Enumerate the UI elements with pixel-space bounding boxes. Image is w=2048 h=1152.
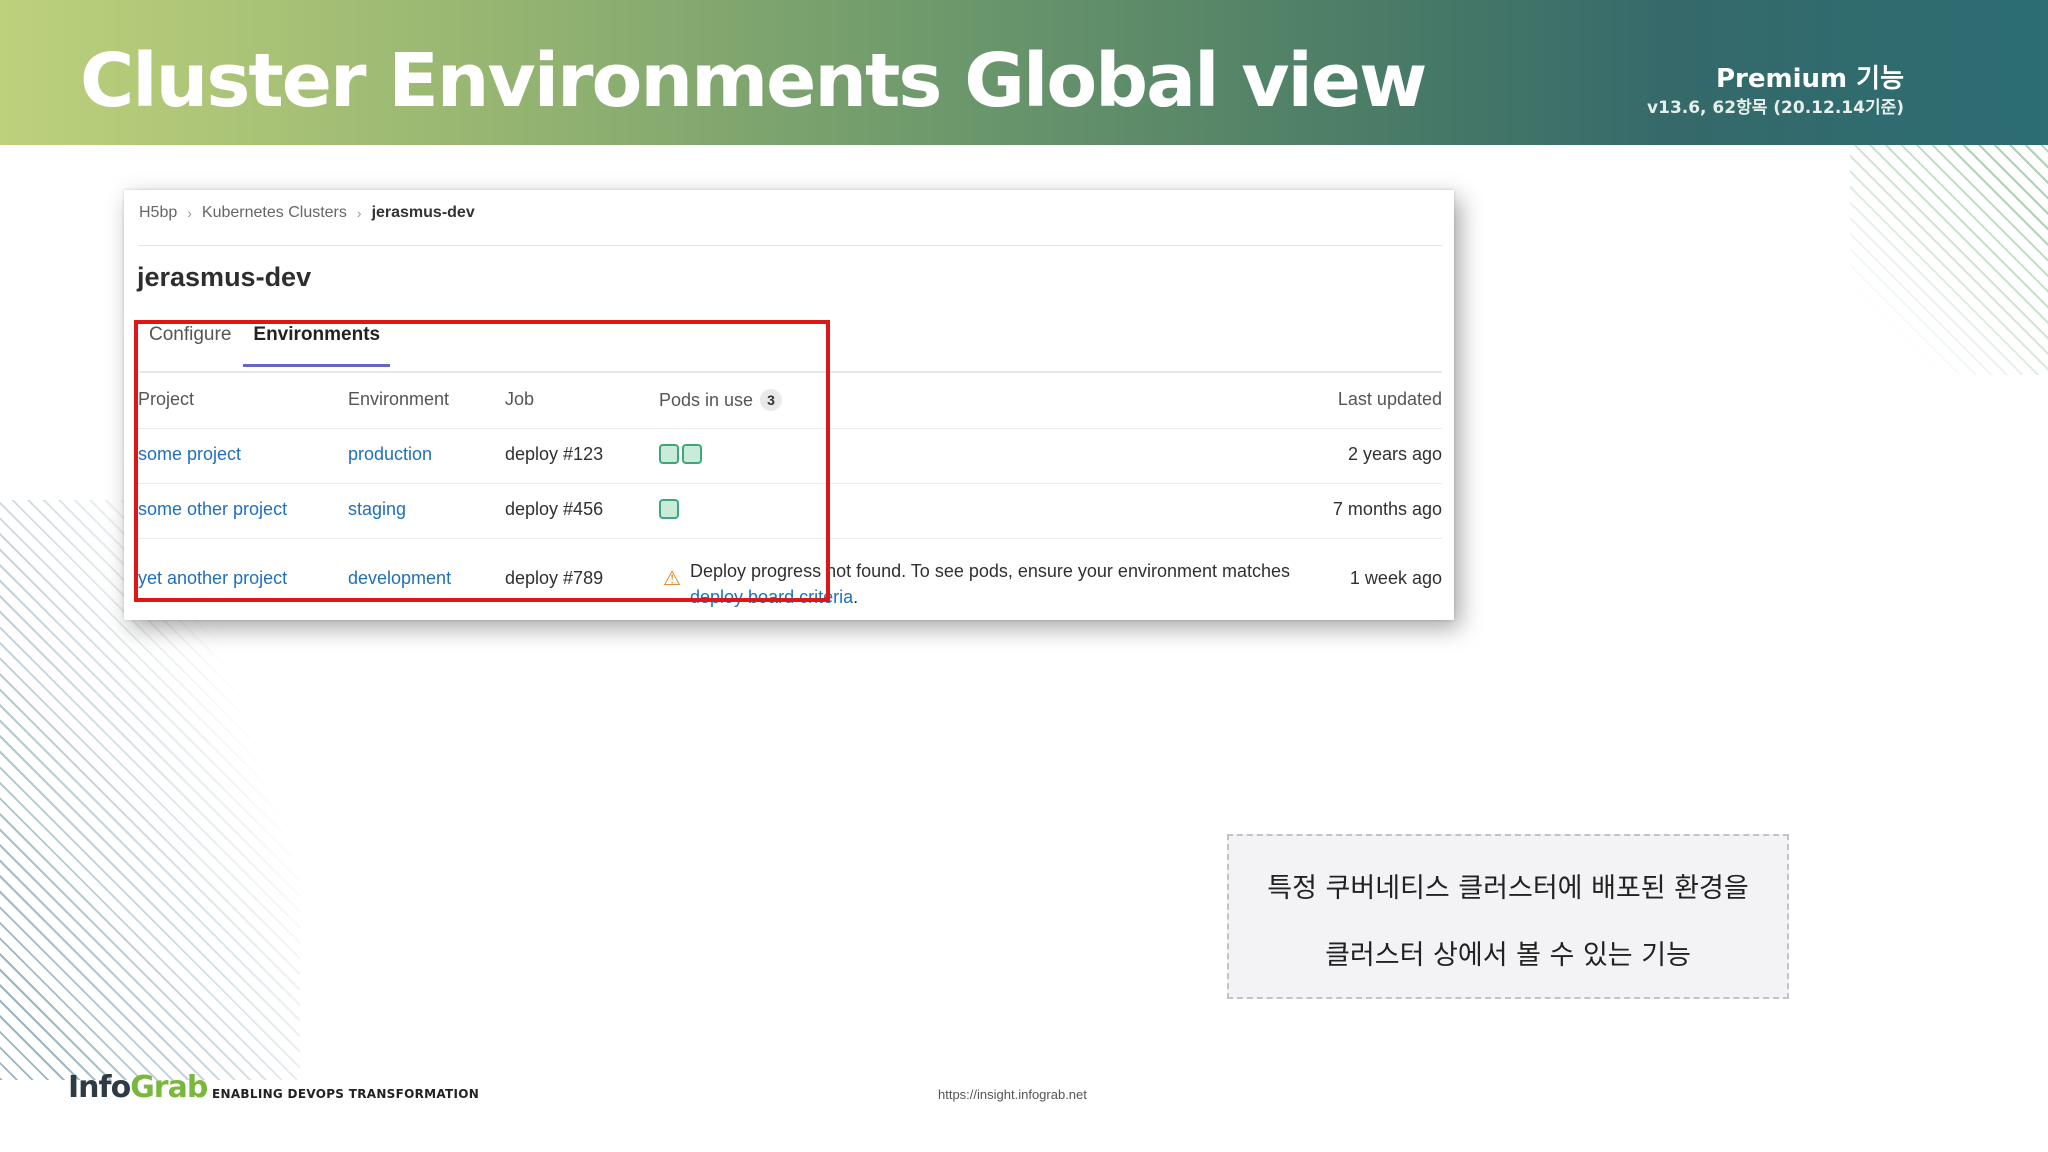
breadcrumb: H5bp › Kubernetes Clusters › jerasmus-de…: [139, 204, 475, 222]
last-updated: 7 months ago: [1332, 499, 1442, 519]
logo-part-info: Info: [68, 1070, 131, 1105]
description-box: 특정 쿠버네티스 클러스터에 배포된 환경을 클러스터 상에서 볼 수 있는 기…: [1227, 834, 1789, 999]
decorative-stripes-right: [1850, 145, 2048, 375]
highlight-box: [134, 320, 830, 602]
description-line-1: 특정 쿠버네티스 클러스터에 배포된 환경을: [1267, 873, 1749, 904]
footer-tagline: ENABLING DEVOPS TRANSFORMATION: [212, 1087, 480, 1101]
divider: [139, 245, 1442, 246]
chevron-right-icon: ›: [356, 205, 362, 221]
last-updated: 2 years ago: [1347, 444, 1442, 464]
premium-label: Premium 기능: [1715, 64, 1904, 94]
premium-info: Premium 기능 v13.6, 62항목 (20.12.14기준): [1647, 62, 1904, 120]
infograb-logo: InfoGrab: [68, 1070, 208, 1105]
header-last-updated: Last updated: [1337, 389, 1442, 409]
page-title: jerasmus-dev: [137, 262, 312, 292]
chevron-right-icon: ›: [187, 205, 192, 221]
breadcrumb-item-group[interactable]: H5bp: [139, 204, 177, 222]
footer-url: https://insight.infograb.net: [938, 1087, 1087, 1102]
description-line-2: 클러스터 상에서 볼 수 있는 기능: [1325, 940, 1691, 971]
breadcrumb-item-clusters[interactable]: Kubernetes Clusters: [202, 204, 347, 222]
header-banner: Cluster Environments Global view Premium…: [0, 0, 2048, 145]
slide-title: Cluster Environments Global view: [80, 38, 1427, 124]
breadcrumb-item-current[interactable]: jerasmus-dev: [372, 204, 475, 222]
warning-end: .: [853, 587, 859, 607]
logo-part-grab: Grab: [130, 1070, 208, 1105]
version-label: v13.6, 62항목 (20.12.14기준): [1647, 98, 1904, 118]
last-updated: 1 week ago: [1349, 568, 1442, 588]
